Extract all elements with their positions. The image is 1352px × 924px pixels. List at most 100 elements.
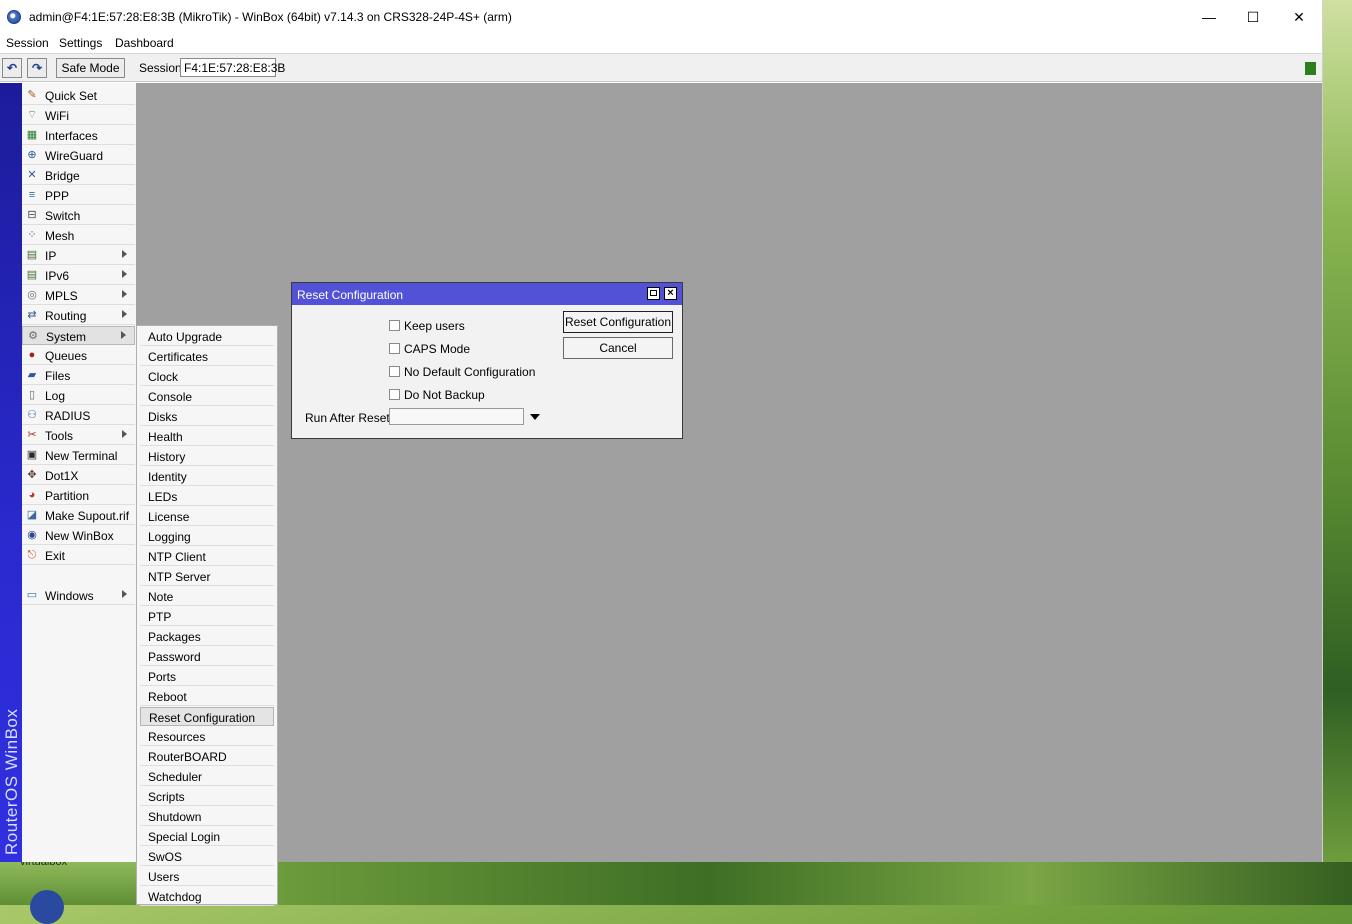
submenu-item-license[interactable]: License [140,507,274,526]
submenu-item-auto-upgrade[interactable]: Auto Upgrade [140,327,274,346]
sidebar-item-wireguard[interactable]: ⊕ WireGuard [22,146,135,165]
session-field[interactable]: F4:1E:57:28:E8:3B [180,58,285,77]
submenu-item-ports[interactable]: Ports [140,667,274,686]
sidebar-item-exit[interactable]: ⎋ Exit [22,546,135,565]
sidebar-item-files[interactable]: ▰ Files [22,366,135,385]
sidebar-item-mpls[interactable]: ◎ MPLS [22,286,135,305]
submenu-item-resources[interactable]: Resources [140,727,274,746]
sidebar-item-new-winbox[interactable]: ◉ New WinBox [22,526,135,545]
close-window-button[interactable]: ✕ [1276,0,1322,34]
sidebar-item-ipv6[interactable]: ▤ IPv6 [22,266,135,285]
sidebar-item-partition[interactable]: ◕ Partition [22,486,135,505]
sidebar-item-bridge[interactable]: ✕ Bridge [22,166,135,185]
sidebar-item-dot1x[interactable]: ✥ Dot1X [22,466,135,485]
redo-button[interactable]: ↷ [27,58,47,78]
sidebar-item-quick-set[interactable]: ✎ Quick Set [22,86,135,105]
sidebar-item-log[interactable]: ▯ Log [22,386,135,405]
cancel-button[interactable]: Cancel [563,337,673,359]
keep-users-checkbox[interactable] [389,320,400,331]
submenu-item-shutdown[interactable]: Shutdown [140,807,274,826]
submenu-item-special-login[interactable]: Special Login [140,827,274,846]
toolbar: ↶ ↷ Safe Mode Session: F4:1E:57:28:E8:3B [0,53,1322,82]
submenu-item-ntp-server[interactable]: NTP Server [140,567,274,586]
brand-label: RouterOS WinBox [2,708,21,855]
sidebar-item-mesh[interactable]: ⁘ Mesh [22,226,135,245]
sidebar-item-ppp[interactable]: ≡ PPP [22,186,135,205]
sidebar-item-switch[interactable]: ⊟ Switch [22,206,135,225]
submenu-item-certificates[interactable]: Certificates [140,347,274,366]
sidebar-item-system[interactable]: ⚙ System [22,326,135,345]
submenu-item-watchdog[interactable]: Watchdog [140,887,274,906]
submenu-item-users[interactable]: Users [140,867,274,886]
submenu-item-scripts[interactable]: Scripts [140,787,274,806]
sidebar-item-routing[interactable]: ⇄ Routing [22,306,135,325]
sidebar-item-wifi[interactable]: ⌔ WiFi [22,106,135,125]
desktop-app-icon[interactable] [30,890,64,924]
undo-icon: ↶ [6,61,18,75]
submenu-item-label: Packages [148,630,201,644]
sidebar-item-windows[interactable]: ▭ Windows [22,586,135,605]
menu-session[interactable]: Session [6,36,49,50]
title-bar[interactable]: admin@F4:1E:57:28:E8:3B (MikroTik) - Win… [0,0,1322,34]
submenu-item-label: NTP Server [148,570,211,584]
menu-settings[interactable]: Settings [59,36,102,50]
submenu-item-label: Clock [148,370,179,384]
sidebar-item-radius[interactable]: ⚇ RADIUS [22,406,135,425]
run-after-reset-dropdown-icon[interactable] [530,414,540,420]
run-after-reset-input[interactable] [389,408,524,425]
submenu-item-health[interactable]: Health [140,427,274,446]
submenu-item-note[interactable]: Note [140,587,274,606]
dialog-close-button[interactable]: × [664,287,677,300]
caps-mode-checkbox[interactable] [389,343,400,354]
submenu-item-password[interactable]: Password [140,647,274,666]
submenu-item-ntp-client[interactable]: NTP Client [140,547,274,566]
sidebar-item-queues[interactable]: ● Queues [22,346,135,365]
submenu-item-console[interactable]: Console [140,387,274,406]
close-icon: ✕ [1293,8,1305,25]
run-after-reset-label: Run After Reset: [305,411,394,425]
submenu-item-routerboard[interactable]: RouterBOARD [140,747,274,766]
system-submenu: Auto Upgrade Certificates Clock Console Disk… [136,325,278,906]
submenu-item-history[interactable]: History [140,447,274,466]
submenu-item-reset-configuration[interactable]: Reset Configuration [140,707,274,726]
submenu-item-label: Users [148,870,180,884]
safe-mode-button[interactable]: Safe Mode [56,58,125,78]
terminal-icon: ▣ [26,449,38,461]
submenu-item-label: Health [148,430,183,444]
submenu-arrow-icon [122,290,127,298]
no-default-configuration-label: No Default Configuration [404,365,536,379]
submenu-item-label: Shutdown [148,810,202,824]
submenu-item-clock[interactable]: Clock [140,367,274,386]
sidebar-item-tools[interactable]: ✂ Tools [22,426,135,445]
reset-configuration-button[interactable]: Reset Configuration [563,311,673,333]
menu-dashboard[interactable]: Dashboard [115,36,174,50]
submenu-item-reboot[interactable]: Reboot [140,687,274,706]
submenu-item-label: Scheduler [148,770,203,784]
submenu-item-packages[interactable]: Packages [140,627,274,646]
maximize-button[interactable]: ☐ [1230,0,1276,34]
minimize-button[interactable]: — [1186,0,1232,34]
sidebar-item-make-supout-rif[interactable]: ◪ Make Supout.rif [22,506,135,525]
submenu-arrow-icon [122,250,127,258]
winbox-app-icon [7,10,21,24]
no-default-configuration-checkbox[interactable] [389,366,400,377]
submenu-item-logging[interactable]: Logging [140,527,274,546]
submenu-item-ptp[interactable]: PTP [140,607,274,626]
ipv6-icon: ▤ [26,269,38,281]
dialog-maximize-button[interactable] [647,287,660,300]
undo-button[interactable]: ↶ [2,58,22,78]
desktop-wallpaper-left [0,862,136,905]
sidebar-item-label: Bridge [45,169,80,183]
submenu-item-disks[interactable]: Disks [140,407,274,426]
sidebar-item-ip[interactable]: ▤ IP [22,246,135,265]
submenu-item-scheduler[interactable]: Scheduler [140,767,274,786]
dialog-title-bar[interactable]: Reset Configuration × [292,283,682,305]
sidebar-item-new-terminal[interactable]: ▣ New Terminal [22,446,135,465]
sidebar-item-interfaces[interactable]: ▦ Interfaces [22,126,135,145]
sidebar-item-label: Log [45,389,66,403]
submenu-item-swos[interactable]: SwOS [140,847,274,866]
submenu-item-identity[interactable]: Identity [140,467,274,486]
do-not-backup-checkbox[interactable] [389,389,400,400]
submenu-item-leds[interactable]: LEDs [140,487,274,506]
new-winbox-icon: ◉ [27,529,37,541]
